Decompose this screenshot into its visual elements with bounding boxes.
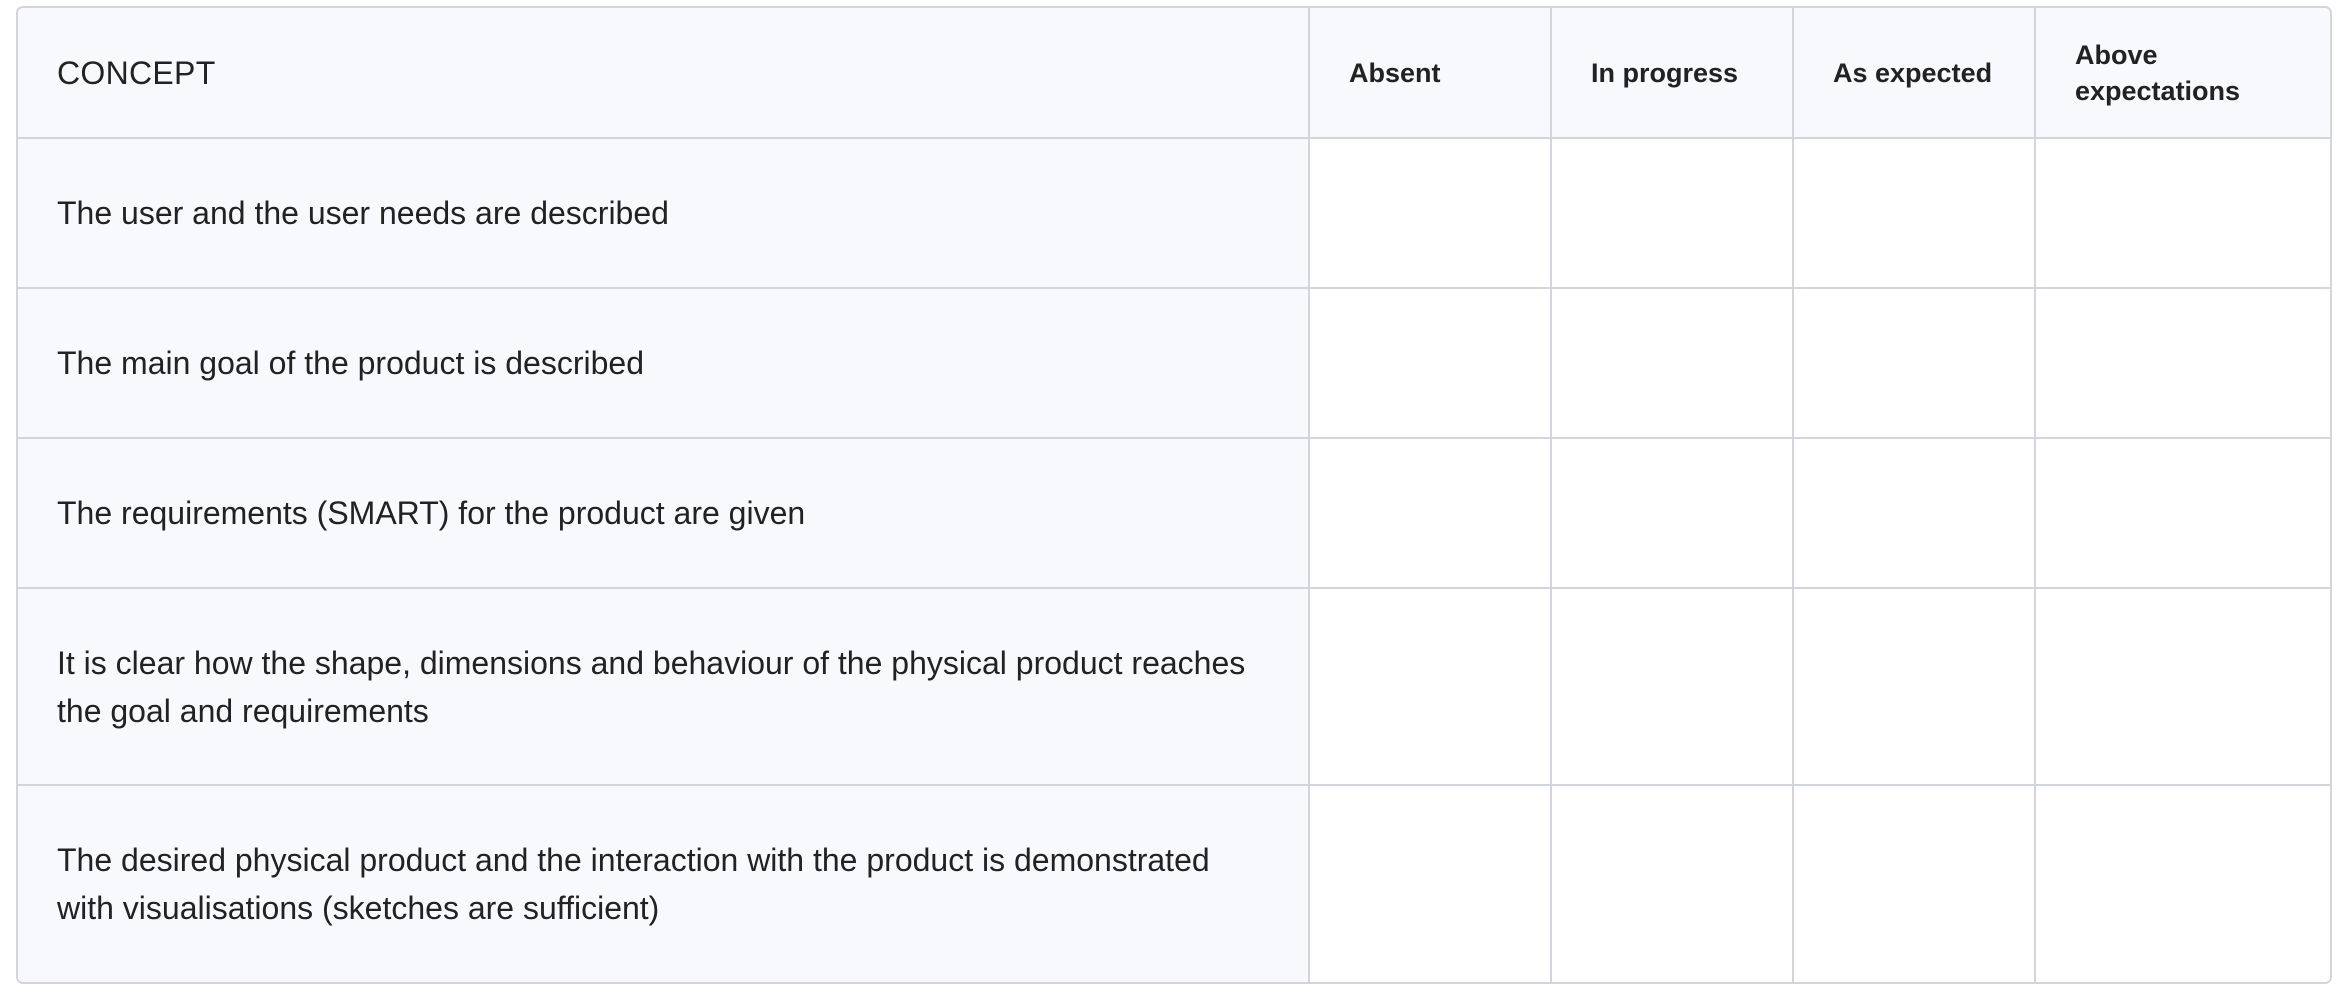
column-header-as-expected: As expected	[1793, 8, 2036, 139]
rating-cell-absent[interactable]	[1309, 288, 1552, 439]
rating-cell-absent[interactable]	[1309, 588, 1552, 786]
rating-cell-above-expectations[interactable]	[2035, 138, 2330, 289]
rubric-table: CONCEPT Absent In progress As expected A…	[16, 6, 2332, 984]
criterion-label: The user and the user needs are describe…	[18, 138, 1310, 289]
table-row: The user and the user needs are describe…	[18, 138, 2330, 289]
table-row: The requirements (SMART) for the product…	[18, 438, 2330, 589]
rating-cell-above-expectations[interactable]	[2035, 588, 2330, 786]
criterion-label: The requirements (SMART) for the product…	[18, 438, 1310, 589]
rating-cell-in-progress[interactable]	[1551, 588, 1794, 786]
column-header-in-progress: In progress	[1551, 8, 1794, 139]
header-row: CONCEPT Absent In progress As expected A…	[18, 8, 2330, 139]
table-row: The desired physical product and the int…	[18, 785, 2330, 982]
table-row: It is clear how the shape, dimensions an…	[18, 588, 2330, 786]
rating-cell-as-expected[interactable]	[1793, 588, 2036, 786]
rating-cell-absent[interactable]	[1309, 785, 1552, 982]
rating-cell-in-progress[interactable]	[1551, 288, 1794, 439]
rating-cell-as-expected[interactable]	[1793, 138, 2036, 289]
table-row: The main goal of the product is describe…	[18, 288, 2330, 439]
rating-cell-absent[interactable]	[1309, 438, 1552, 589]
rating-cell-in-progress[interactable]	[1551, 438, 1794, 589]
criterion-label: The main goal of the product is describe…	[18, 288, 1310, 439]
criterion-label: It is clear how the shape, dimensions an…	[18, 588, 1310, 786]
criterion-label: The desired physical product and the int…	[18, 785, 1310, 982]
column-header-above-expectations: Above expectations	[2035, 8, 2330, 139]
rating-cell-as-expected[interactable]	[1793, 288, 2036, 439]
rating-cell-above-expectations[interactable]	[2035, 288, 2330, 439]
rating-cell-above-expectations[interactable]	[2035, 785, 2330, 982]
rating-cell-as-expected[interactable]	[1793, 438, 2036, 589]
rubric-grid: CONCEPT Absent In progress As expected A…	[18, 8, 2330, 982]
column-header-absent: Absent	[1309, 8, 1552, 139]
rating-cell-as-expected[interactable]	[1793, 785, 2036, 982]
rating-cell-absent[interactable]	[1309, 138, 1552, 289]
rating-cell-in-progress[interactable]	[1551, 138, 1794, 289]
rating-cell-in-progress[interactable]	[1551, 785, 1794, 982]
section-header-concept: CONCEPT	[18, 8, 1310, 139]
rating-cell-above-expectations[interactable]	[2035, 438, 2330, 589]
